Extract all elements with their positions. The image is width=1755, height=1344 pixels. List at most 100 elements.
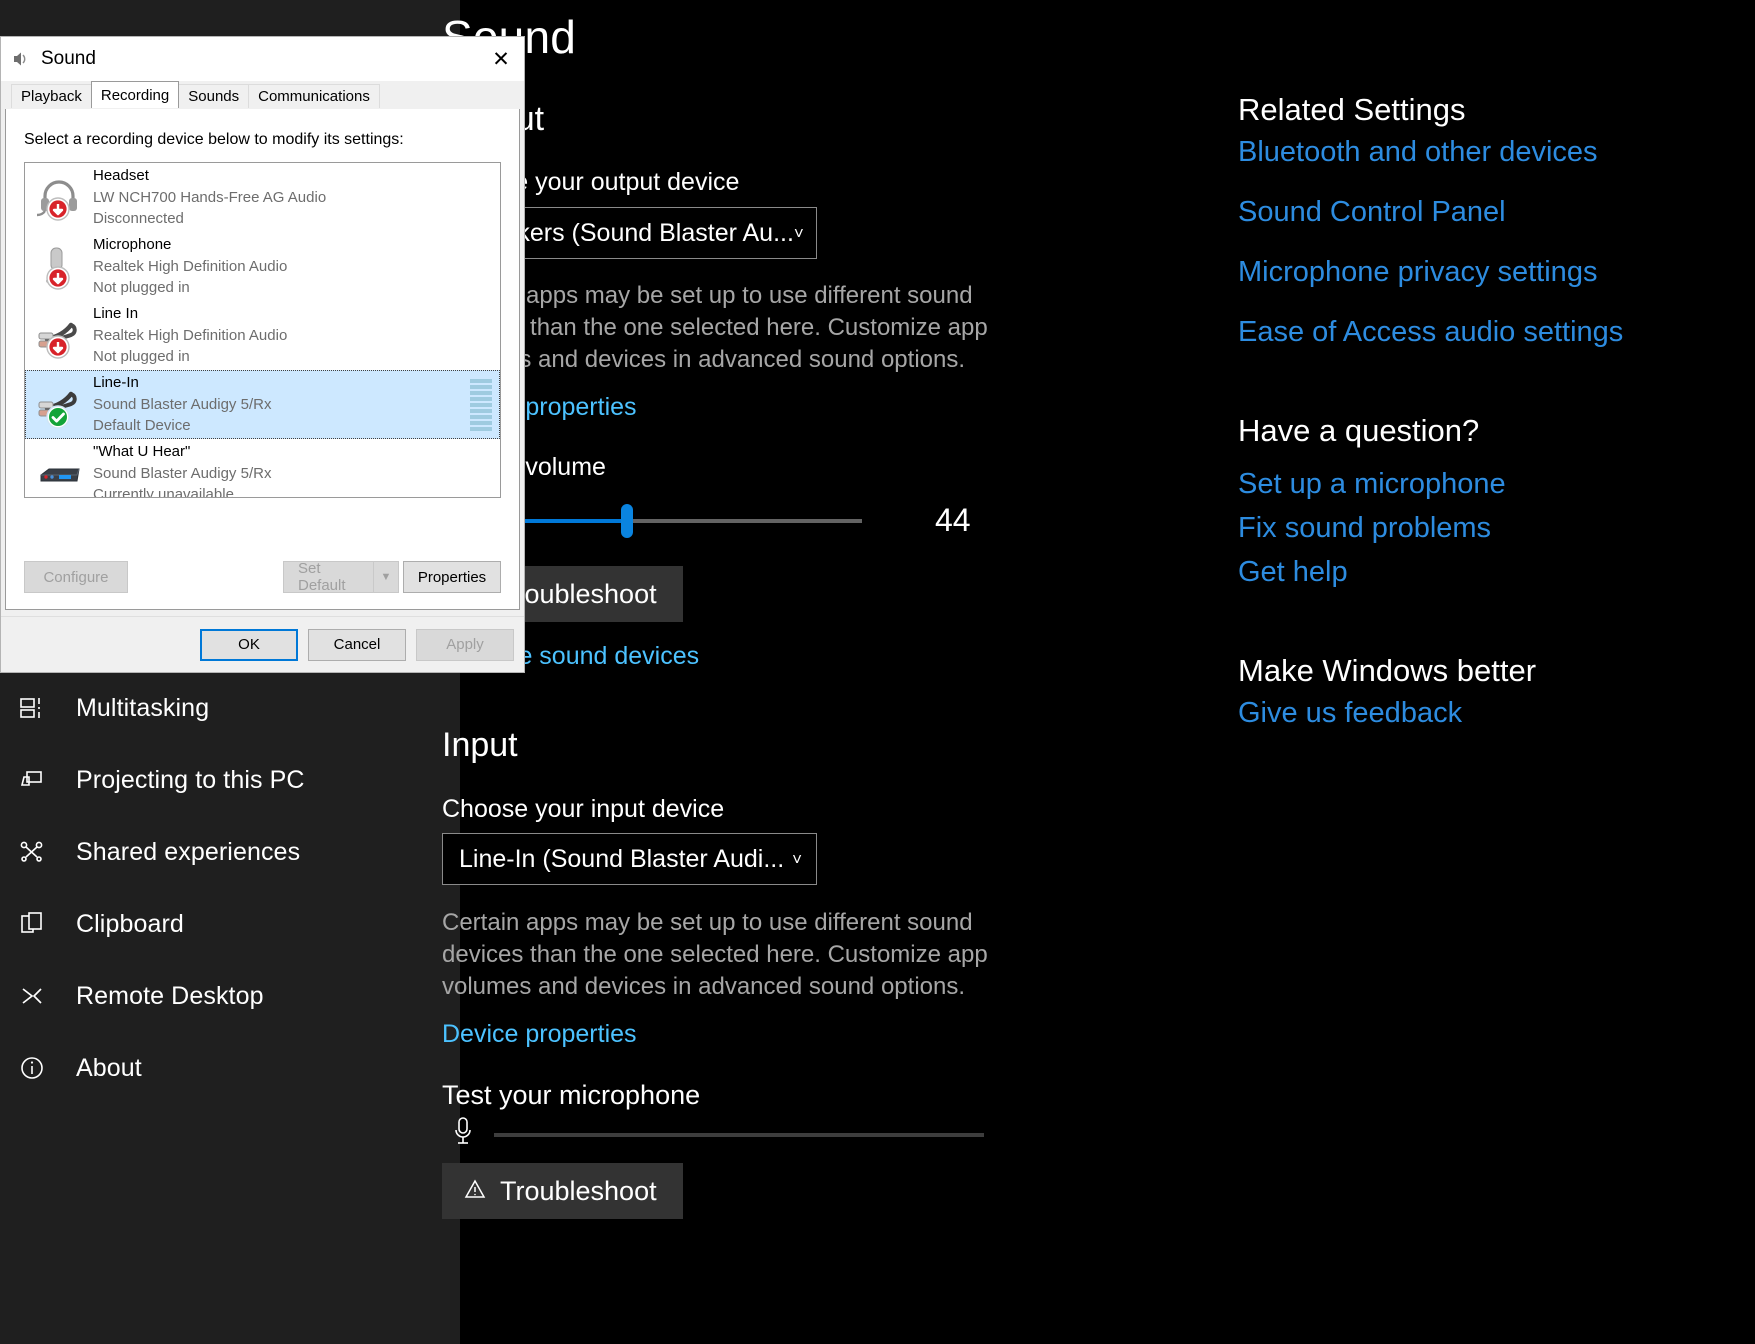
device-driver: Sound Blaster Audigy 5/Rx <box>93 464 272 482</box>
device-text: Headset LW NCH700 Hands-Free AG Audio Di… <box>93 165 326 230</box>
sidebar-item-label: About <box>76 1053 142 1082</box>
chevron-down-icon: ▼ <box>380 571 392 583</box>
device-driver: Realtek High Definition Audio <box>93 257 288 275</box>
chevron-down-icon: ˅ <box>792 849 802 869</box>
settings-nav-list: Multitasking Projecting to this PC Share… <box>0 672 460 1104</box>
tab-recording[interactable]: Recording <box>90 81 180 108</box>
device-text: Microphone Realtek High Definition Audio… <box>93 234 287 299</box>
related-settings-rail: Related Settings Bluetooth and other dev… <box>1238 0 1755 1344</box>
set-default-button[interactable]: Set Default <box>283 560 373 594</box>
rail-link-sound-control-panel[interactable]: Sound Control Panel <box>1238 196 1506 229</box>
device-level-meter <box>470 379 492 431</box>
rail-link-ease-of-access[interactable]: Ease of Access audio settings <box>1238 316 1623 349</box>
slider-thumb[interactable] <box>620 504 633 538</box>
input-choose-label: Choose your input device <box>442 795 725 823</box>
properties-button[interactable]: Properties <box>403 561 501 593</box>
remote-desktop-icon <box>8 972 56 1020</box>
cancel-button[interactable]: Cancel <box>308 628 406 661</box>
sidebar-item-clipboard[interactable]: Clipboard <box>0 888 460 960</box>
device-status: Currently unavailable <box>93 486 234 498</box>
device-name: Headset <box>93 166 149 184</box>
clipboard-icon <box>8 900 56 948</box>
device-text: Line-In Sound Blaster Audigy 5/Rx Defaul… <box>93 372 271 437</box>
screen: Multitasking Projecting to this PC Share… <box>0 0 1755 1344</box>
dialog-tabstrip: Playback Recording Sounds Communications <box>1 81 524 108</box>
tab-playback[interactable]: Playback <box>11 84 92 108</box>
projecting-icon <box>8 756 56 804</box>
recording-tab-page: Select a recording device below to modif… <box>5 109 520 610</box>
sidebar-item-shared-experiences[interactable]: Shared experiences <box>0 816 460 888</box>
input-troubleshoot-button[interactable]: Troubleshoot <box>442 1163 683 1219</box>
device-status: Not plugged in <box>93 348 190 366</box>
configure-button[interactable]: Configure <box>24 561 128 593</box>
device-list-item-line-in-realtek[interactable]: Line In Realtek High Definition Audio No… <box>25 301 500 370</box>
microphone-level-meter <box>452 1115 984 1154</box>
ok-button[interactable]: OK <box>200 628 298 661</box>
sidebar-item-remote-desktop[interactable]: Remote Desktop <box>0 960 460 1032</box>
rail-link-fix-sound-problems[interactable]: Fix sound problems <box>1238 512 1491 545</box>
chevron-down-icon: ˅ <box>793 223 804 243</box>
device-driver: Sound Blaster Audigy 5/Rx <box>93 395 272 413</box>
device-text: Line In Realtek High Definition Audio No… <box>93 303 287 368</box>
device-text: "What U Hear" Sound Blaster Audigy 5/Rx … <box>93 441 272 498</box>
input-troubleshoot-label: Troubleshoot <box>500 1175 657 1206</box>
recording-instruction: Select a recording device below to modif… <box>24 131 404 148</box>
rail-link-get-help[interactable]: Get help <box>1238 556 1348 589</box>
dialog-title: Sound <box>41 48 96 69</box>
sidebar-item-about[interactable]: About <box>0 1032 460 1104</box>
device-list-item-microphone[interactable]: Microphone Realtek High Definition Audio… <box>25 232 500 301</box>
device-list-item-line-in-sound-blaster[interactable]: Line-In Sound Blaster Audigy 5/Rx Defaul… <box>25 370 500 439</box>
sidebar-item-label: Multitasking <box>76 693 210 722</box>
apply-button[interactable]: Apply <box>416 628 514 661</box>
info-icon <box>8 1044 56 1092</box>
set-default-split-button[interactable]: Set Default ▼ <box>283 560 399 594</box>
device-driver: Realtek High Definition Audio <box>93 326 288 344</box>
warning-icon <box>464 1176 486 1207</box>
device-name: Line In <box>93 304 139 322</box>
input-device-select[interactable]: Line-In (Sound Blaster Audi... ˅ <box>442 833 817 885</box>
microphone-icon <box>33 240 87 294</box>
tab-communications[interactable]: Communications <box>248 84 380 108</box>
sound-dialog: Sound ✕ Playback Recording Sounds Commun… <box>0 36 525 673</box>
sidebar-item-projecting-to-this-pc[interactable]: Projecting to this PC <box>0 744 460 816</box>
microphone-level-bar <box>494 1132 984 1137</box>
device-list-item-what-u-hear[interactable]: "What U Hear" Sound Blaster Audigy 5/Rx … <box>25 439 500 498</box>
test-microphone-label: Test your microphone <box>442 1080 701 1110</box>
have-a-question-heading: Have a question? <box>1238 413 1480 448</box>
line-in-icon <box>33 309 87 363</box>
close-icon[interactable]: ✕ <box>478 37 524 81</box>
master-volume-value: 44 <box>935 502 971 538</box>
dialog-footer: OK Cancel Apply <box>1 616 524 672</box>
device-driver: LW NCH700 Hands-Free AG Audio <box>93 188 327 206</box>
rail-link-bluetooth[interactable]: Bluetooth and other devices <box>1238 136 1598 169</box>
sidebar-item-multitasking[interactable]: Multitasking <box>0 672 460 744</box>
device-name: Line-In <box>93 373 139 391</box>
related-settings-heading: Related Settings <box>1238 92 1466 127</box>
device-status: Default Device <box>93 417 191 435</box>
rail-link-set-up-microphone[interactable]: Set up a microphone <box>1238 468 1506 501</box>
rail-link-give-us-feedback[interactable]: Give us feedback <box>1238 697 1462 730</box>
device-list-item-headset[interactable]: Headset LW NCH700 Hands-Free AG Audio Di… <box>25 163 500 232</box>
headset-icon <box>33 171 87 225</box>
device-status: Not plugged in <box>93 279 190 297</box>
rail-link-microphone-privacy[interactable]: Microphone privacy settings <box>1238 256 1597 289</box>
input-device-value: Line-In (Sound Blaster Audi... <box>459 844 785 873</box>
device-status: Disconnected <box>93 210 184 228</box>
device-action-buttons: Configure Set Default ▼ Properties <box>24 560 501 594</box>
recording-device-list[interactable]: Headset LW NCH700 Hands-Free AG Audio Di… <box>24 162 501 498</box>
set-default-dropdown-arrow[interactable]: ▼ <box>373 561 399 593</box>
device-box-icon <box>33 447 87 498</box>
tab-sounds[interactable]: Sounds <box>178 84 250 108</box>
multitasking-icon <box>8 684 56 732</box>
microphone-icon <box>452 1115 474 1154</box>
sidebar-item-label: Remote Desktop <box>76 981 264 1010</box>
sidebar-item-label: Projecting to this PC <box>76 765 305 794</box>
input-device-properties-link[interactable]: Device properties <box>442 1020 637 1049</box>
line-in-icon <box>33 378 87 432</box>
dialog-title-bar[interactable]: Sound ✕ <box>1 37 524 81</box>
input-section-heading: Input <box>442 726 518 764</box>
device-name: Microphone <box>93 235 172 253</box>
make-windows-better-heading: Make Windows better <box>1238 653 1537 688</box>
shared-experiences-icon <box>8 828 56 876</box>
speaker-icon <box>11 49 31 69</box>
